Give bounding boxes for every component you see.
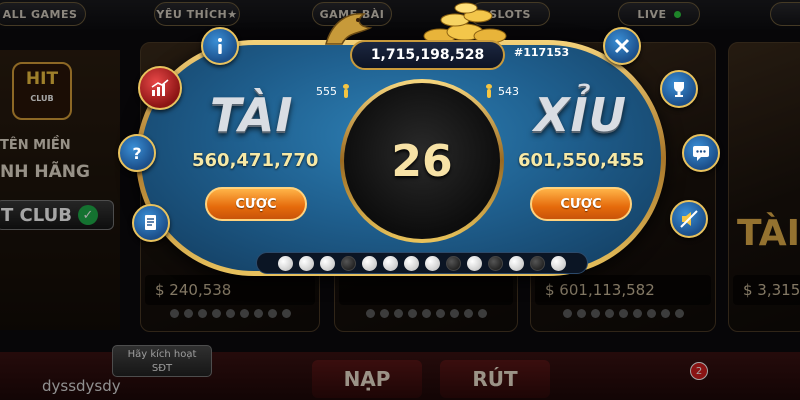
help-button[interactable]: ?: [118, 134, 156, 172]
dice-total: 26: [391, 135, 453, 187]
session-id: #117153: [514, 46, 570, 59]
dice-bowl-inner: 26: [344, 83, 500, 239]
history-dot-white: [278, 255, 293, 271]
close-icon: [614, 38, 630, 54]
xiu-player-count: 543: [486, 84, 519, 98]
history-dot-white: [320, 255, 335, 271]
total-pot-display: 1,715,198,528: [350, 40, 505, 70]
history-dot-white: [404, 255, 419, 271]
history-dot-white: [551, 255, 566, 271]
history-dot-white: [383, 255, 398, 271]
chat-icon: [693, 146, 709, 161]
close-button[interactable]: [603, 27, 641, 65]
svg-text:?: ?: [132, 144, 141, 163]
tai-pool-amount: 560,471,770: [192, 150, 319, 171]
xiu-player-count-value: 543: [498, 84, 519, 98]
leaderboard-button[interactable]: [660, 70, 698, 108]
rules-icon: [145, 215, 156, 230]
history-dot-white: [467, 255, 482, 271]
info-button[interactable]: [201, 27, 239, 65]
info-icon: [218, 38, 222, 54]
player-icon: [486, 84, 492, 98]
tai-title: TÀI: [210, 88, 294, 142]
tai-player-count-value: 555: [316, 84, 337, 98]
history-dot-white: [425, 255, 440, 271]
result-history[interactable]: [256, 252, 588, 274]
tai-bet-button[interactable]: CƯỢC: [205, 187, 307, 221]
trophy-icon: [674, 82, 684, 97]
rules-button[interactable]: [132, 204, 170, 242]
history-dot-black: [488, 255, 503, 271]
statistics-button[interactable]: [138, 66, 182, 110]
player-icon: [343, 84, 349, 98]
help-icon: ?: [132, 144, 141, 163]
history-dot-white: [509, 255, 524, 271]
xiu-bet-button[interactable]: CƯỢC: [530, 187, 632, 221]
xiu-pool-amount: 601,550,455: [518, 150, 645, 171]
chart-icon: [151, 79, 169, 96]
chat-button[interactable]: [682, 134, 720, 172]
sound-toggle-button[interactable]: [670, 200, 708, 238]
tai-player-count: 555: [316, 84, 349, 98]
history-dot-black: [530, 255, 545, 271]
dice-bowl: 26: [340, 79, 504, 243]
history-dot-white: [362, 255, 377, 271]
history-dot-black: [341, 255, 356, 271]
sound-off-icon: [680, 210, 698, 228]
history-dot-black: [446, 255, 461, 271]
history-dot-white: [299, 255, 314, 271]
xiu-title: XỈU: [534, 88, 627, 142]
